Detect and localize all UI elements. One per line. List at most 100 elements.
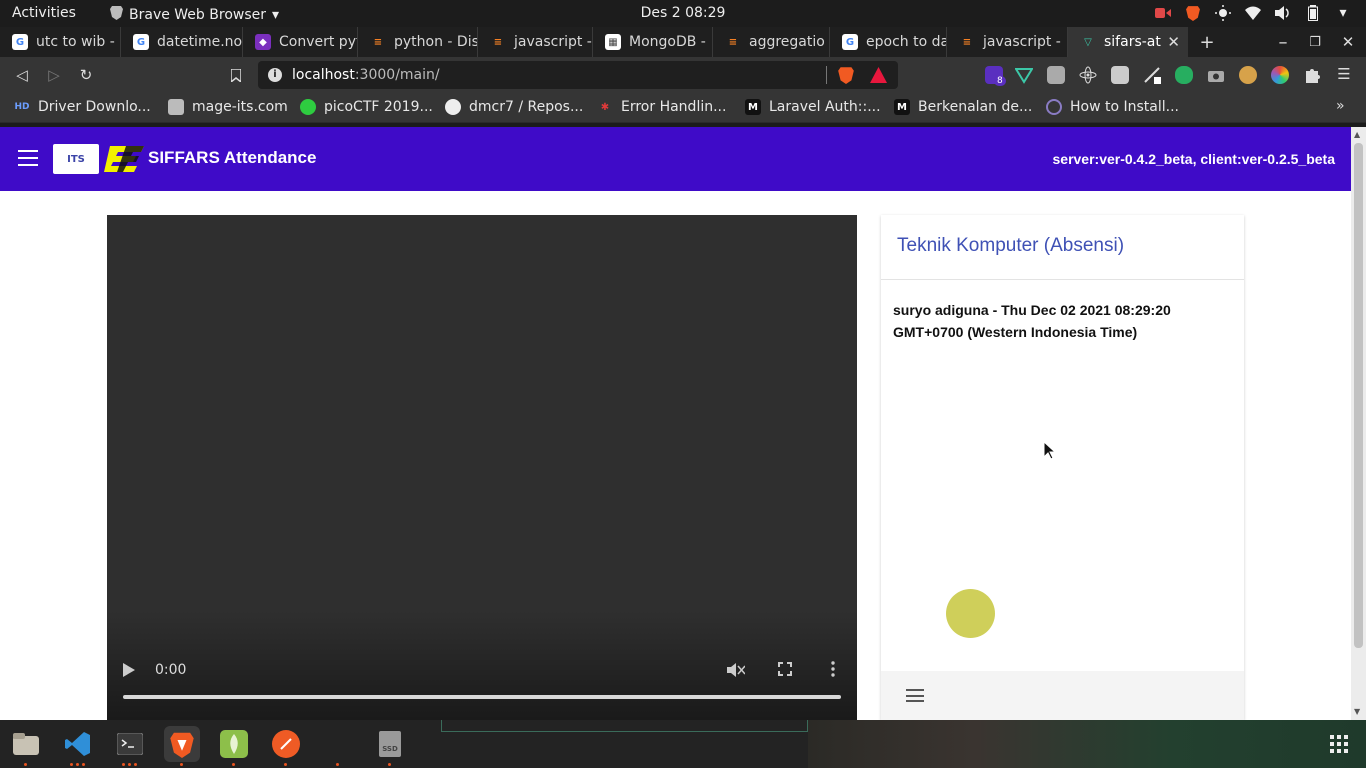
pen-extension-icon[interactable] xyxy=(1143,66,1161,84)
terminal-app-icon[interactable] xyxy=(112,726,148,762)
tab-title: javascript - xyxy=(514,34,592,50)
bookmark-item[interactable]: How to Install... xyxy=(1046,99,1179,115)
brightness-icon[interactable] xyxy=(1214,4,1232,22)
bookmark-icon[interactable] xyxy=(226,65,246,85)
new-tab-button[interactable]: + xyxy=(1196,31,1218,53)
bookmark-item[interactable]: picoCTF 2019... xyxy=(300,99,433,115)
scroll-down-arrow[interactable]: ▼ xyxy=(1354,707,1360,716)
attendance-log-entry: suryo adiguna - Thu Dec 02 2021 08:29:20… xyxy=(893,302,1171,340)
screen-recording-icon[interactable] xyxy=(1154,4,1172,22)
postman-app-icon[interactable] xyxy=(268,726,304,762)
video-time: 0:00 xyxy=(155,662,187,678)
site-info-icon[interactable]: i xyxy=(268,68,282,82)
bookmark-item[interactable]: mage-its.com xyxy=(168,99,288,115)
tab-title: sifars-at xyxy=(1104,34,1161,50)
tab[interactable]: G utc to wib - xyxy=(0,27,121,57)
cookie-extension-icon[interactable] xyxy=(1239,66,1257,84)
tab[interactable]: ▦ MongoDB - xyxy=(593,27,713,57)
brave-app-icon[interactable] xyxy=(164,726,200,762)
gnome-top-bar: Activities Brave Web Browser ▾ Des 2 08:… xyxy=(0,0,1366,27)
wifi-icon[interactable] xyxy=(1244,4,1262,22)
siffars-logo xyxy=(104,144,146,174)
close-window-button[interactable]: ✕ xyxy=(1337,31,1359,53)
app-menu-label: Brave Web Browser xyxy=(129,6,266,23)
caret-down-icon[interactable]: ▾ xyxy=(1334,4,1352,22)
vscode-app-icon[interactable] xyxy=(60,726,96,762)
laravel-icon: ✱ xyxy=(600,101,610,113)
more-options-icon[interactable] xyxy=(831,661,835,681)
brave-shields-icon[interactable] xyxy=(838,66,854,88)
video-seek-bar[interactable] xyxy=(123,695,841,699)
tab[interactable]: ◆ Convert pyt xyxy=(243,27,358,57)
battery-icon[interactable] xyxy=(1304,4,1322,22)
tab-title: javascript - xyxy=(983,34,1061,50)
stackoverflow-icon: ≡ xyxy=(728,36,738,48)
extension-icon[interactable] xyxy=(1047,66,1065,84)
bookmark-label: Berkenalan de... xyxy=(918,99,1033,115)
color-picker-icon[interactable] xyxy=(1271,66,1289,84)
brave-app-icon xyxy=(110,5,123,24)
tab[interactable]: G datetime.no xyxy=(121,27,243,57)
bookmark-item[interactable]: HD Driver Downlo... xyxy=(14,99,150,115)
svg-text:SSD: SSD xyxy=(382,745,398,753)
mouse-cursor-icon xyxy=(1043,440,1057,460)
url-text[interactable]: localhost:3000/main/ xyxy=(292,67,440,83)
chat-extension-icon[interactable] xyxy=(1111,66,1129,84)
medium-icon: M xyxy=(894,99,910,115)
volume-icon[interactable] xyxy=(1274,4,1292,22)
app-menu[interactable]: Brave Web Browser ▾ xyxy=(110,5,279,24)
stackoverflow-icon: ≡ xyxy=(962,36,972,48)
minimize-button[interactable]: – xyxy=(1272,31,1294,53)
extensions-puzzle-icon[interactable] xyxy=(1303,66,1321,84)
scroll-up-arrow[interactable]: ▲ xyxy=(1354,130,1360,139)
app-bar: ITS SIFFARS Attendance server:ver-0.4.2_… xyxy=(0,127,1351,191)
react-devtools-icon[interactable] xyxy=(1079,66,1097,84)
tab[interactable]: ≡ javascript - xyxy=(478,27,593,57)
brave-rewards-icon[interactable] xyxy=(870,67,887,87)
forward-button[interactable]: ▷ xyxy=(44,65,64,85)
more-bookmarks-icon[interactable]: » xyxy=(1336,98,1345,114)
page-viewport: ITS SIFFARS Attendance server:ver-0.4.2_… xyxy=(0,127,1351,720)
maximize-button[interactable]: ❐ xyxy=(1304,31,1326,53)
menu-icon[interactable] xyxy=(18,150,38,166)
close-tab-icon[interactable]: ✕ xyxy=(1167,33,1180,51)
brave-shield-icon[interactable] xyxy=(1184,4,1202,22)
wallpaper-strip xyxy=(808,720,1366,768)
tab[interactable]: G epoch to da xyxy=(830,27,947,57)
page-scrollbar[interactable]: ▲ ▼ xyxy=(1351,127,1366,720)
panel-menu-icon[interactable] xyxy=(906,689,924,702)
show-apps-grid-icon[interactable] xyxy=(1330,735,1348,753)
activities-button[interactable]: Activities xyxy=(12,5,76,21)
tab[interactable]: ≡ python - Dis xyxy=(358,27,478,57)
bookmark-item[interactable]: ✱ Error Handlin... xyxy=(597,99,727,115)
toggle-extension-icon[interactable] xyxy=(1175,66,1193,84)
scrollbar-thumb[interactable] xyxy=(1354,143,1363,648)
tab-strip: G utc to wib - G datetime.no ◆ Convert p… xyxy=(0,27,1366,57)
play-icon[interactable] xyxy=(123,663,135,681)
bookmark-item[interactable]: dmcr7 / Repos... xyxy=(445,99,583,115)
tab-title: Convert pyt xyxy=(279,34,358,50)
tab-active[interactable]: ▽ sifars-at ✕ xyxy=(1068,27,1188,57)
browser-menu-button[interactable]: ☰ xyxy=(1334,64,1354,84)
bookmark-item[interactable]: M Laravel Auth::... xyxy=(745,99,881,115)
tab[interactable]: ≡ javascript - xyxy=(947,27,1068,57)
camera-extension-icon[interactable] xyxy=(1207,66,1225,84)
clock[interactable]: Des 2 08:29 xyxy=(641,5,726,21)
address-bar[interactable]: i localhost:3000/main/ xyxy=(258,61,898,89)
vue-devtools-icon[interactable] xyxy=(1014,66,1034,84)
caret-down-icon: ▾ xyxy=(272,6,280,23)
tab[interactable]: ≡ aggregatio xyxy=(713,27,830,57)
system-tray[interactable]: ▾ xyxy=(1154,4,1352,22)
picoctf-icon xyxy=(300,99,316,115)
camera-video-player[interactable]: 0:00 xyxy=(107,215,857,720)
files-app-icon[interactable] xyxy=(8,726,44,762)
reload-button[interactable]: ↻ xyxy=(76,65,96,85)
status-indicator xyxy=(946,589,995,638)
bookmark-item[interactable]: M Berkenalan de... xyxy=(894,99,1032,115)
mongodb-compass-icon[interactable] xyxy=(216,726,252,762)
bookmark-label: mage-its.com xyxy=(192,99,288,115)
fullscreen-icon[interactable] xyxy=(778,662,792,680)
ssd-drive-icon[interactable]: SSD xyxy=(372,726,408,762)
mute-icon[interactable] xyxy=(727,662,746,682)
back-button[interactable]: ◁ xyxy=(12,65,32,85)
